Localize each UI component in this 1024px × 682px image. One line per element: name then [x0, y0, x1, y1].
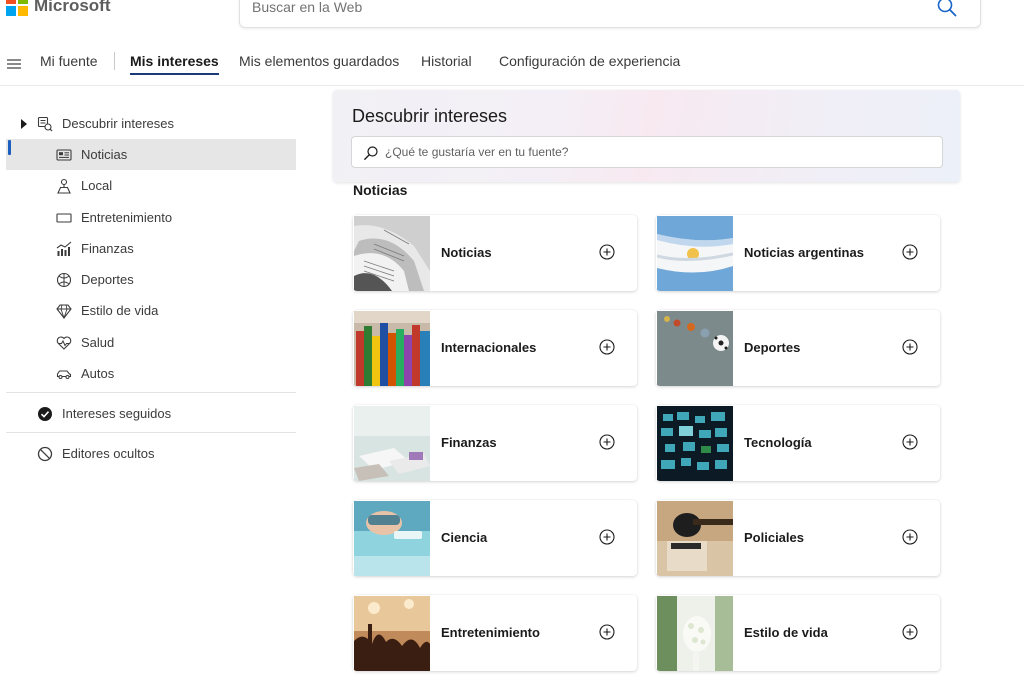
- block-icon: [37, 446, 53, 461]
- card-title: Noticias argentinas: [744, 245, 864, 260]
- main-nav: Mi fuente Mis intereses Mis elementos gu…: [0, 44, 1024, 86]
- card-title: Policiales: [744, 530, 804, 545]
- card-title: Noticias: [441, 245, 492, 260]
- web-search-placeholder[interactable]: Buscar en la Web: [252, 0, 362, 15]
- card-thumbnail: [657, 406, 733, 481]
- card-thumbnail: [354, 501, 430, 576]
- web-search-box[interactable]: Buscar en la Web: [239, 0, 981, 28]
- location-icon: [57, 178, 71, 194]
- nav-historial[interactable]: Historial: [421, 53, 472, 69]
- card-thumbnail: [354, 216, 430, 291]
- nav-mi-fuente[interactable]: Mi fuente: [40, 53, 98, 69]
- card-title: Ciencia: [441, 530, 488, 545]
- sidebar-item-estilo-de-vida[interactable]: Estilo de vida: [6, 295, 296, 326]
- sidebar-item-local[interactable]: Local: [6, 170, 296, 201]
- add-interest-icon[interactable]: [599, 624, 615, 640]
- interest-card-internacionales[interactable]: Internacionales: [353, 310, 637, 386]
- add-interest-icon[interactable]: [902, 244, 918, 260]
- interest-card-estilo-de-vida[interactable]: Estilo de vida: [656, 595, 940, 671]
- ticket-icon: [56, 212, 72, 223]
- card-title: Tecnología: [744, 435, 812, 450]
- interest-card-noticias-argentinas[interactable]: Noticias argentinas: [656, 215, 940, 291]
- discover-panel: Descubrir intereses ¿Qué te gustaría ver…: [333, 90, 960, 182]
- interest-card-policiales[interactable]: Policiales: [656, 500, 940, 576]
- interest-card-finanzas[interactable]: Finanzas: [353, 405, 637, 481]
- add-interest-icon[interactable]: [902, 339, 918, 355]
- interest-card-deportes[interactable]: Deportes: [656, 310, 940, 386]
- section-title: Noticias: [353, 182, 408, 198]
- sidebar-item-label: Deportes: [81, 272, 134, 287]
- heart-pulse-icon: [56, 335, 72, 350]
- card-thumbnail: [354, 311, 430, 386]
- sidebar-item-label: Estilo de vida: [81, 303, 159, 318]
- add-interest-icon[interactable]: [902, 529, 918, 545]
- sidebar-item-label: Descubrir intereses: [62, 116, 174, 131]
- card-thumbnail: [657, 311, 733, 386]
- interest-card-tecnologia[interactable]: Tecnología: [656, 405, 940, 481]
- nav-separator: [114, 52, 115, 70]
- sidebar-divider: [6, 392, 296, 393]
- sidebar-item-label: Salud: [81, 335, 115, 350]
- card-title: Estilo de vida: [744, 625, 828, 640]
- sidebar-item-descubrir-intereses[interactable]: Descubrir intereses: [6, 108, 296, 139]
- ball-icon: [56, 272, 72, 287]
- add-interest-icon[interactable]: [599, 529, 615, 545]
- diamond-icon: [56, 303, 72, 319]
- sidebar-item-label: Noticias: [81, 147, 128, 162]
- sidebar-item-editores-ocultos[interactable]: Editores ocultos: [6, 438, 296, 469]
- sidebar-item-autos[interactable]: Autos: [6, 358, 296, 389]
- card-thumbnail: [657, 596, 733, 671]
- sidebar-item-intereses-seguidos[interactable]: Intereses seguidos: [6, 398, 296, 429]
- car-icon: [56, 369, 72, 379]
- card-title: Finanzas: [441, 435, 497, 450]
- microsoft-logo-icon[interactable]: [6, 0, 28, 16]
- finance-chart-icon: [56, 241, 72, 256]
- card-title: Deportes: [744, 340, 801, 355]
- sidebar-item-label: Autos: [81, 366, 115, 381]
- card-thumbnail: [657, 501, 733, 576]
- search-icon: [364, 146, 378, 160]
- sidebar-item-label: Entretenimiento: [81, 210, 173, 225]
- card-title: Entretenimiento: [441, 625, 540, 640]
- add-interest-icon[interactable]: [599, 339, 615, 355]
- newspaper-icon: [56, 148, 72, 161]
- sidebar-item-label: Local: [81, 178, 113, 193]
- top-bar: Microsoft Buscar en la Web: [0, 0, 1024, 40]
- add-interest-icon[interactable]: [902, 434, 918, 450]
- card-thumbnail: [657, 216, 733, 291]
- sidebar-divider: [6, 432, 296, 433]
- interest-search-placeholder[interactable]: ¿Qué te gustaría ver en tu fuente?: [385, 145, 568, 159]
- sidebar-item-label: Editores ocultos: [62, 446, 155, 461]
- card-thumbnail: [354, 596, 430, 671]
- interest-card-noticias[interactable]: Noticias: [353, 215, 637, 291]
- active-indicator: [8, 140, 11, 155]
- add-interest-icon[interactable]: [599, 244, 615, 260]
- check-circle-icon: [38, 406, 52, 421]
- search-icon[interactable]: [936, 0, 958, 18]
- nav-mis-intereses[interactable]: Mis intereses: [130, 53, 219, 75]
- sidebar-item-label: Finanzas: [81, 241, 134, 256]
- sidebar-item-noticias[interactable]: Noticias: [6, 139, 296, 170]
- sidebar-item-entretenimiento[interactable]: Entretenimiento: [6, 202, 296, 233]
- sidebar-item-salud[interactable]: Salud: [6, 327, 296, 358]
- sidebar-item-finanzas[interactable]: Finanzas: [6, 233, 296, 264]
- nav-configuracion-experiencia[interactable]: Configuración de experiencia: [499, 53, 680, 69]
- add-interest-icon[interactable]: [902, 624, 918, 640]
- card-thumbnail: [354, 406, 430, 481]
- add-interest-icon[interactable]: [599, 434, 615, 450]
- discover-icon: [37, 116, 53, 131]
- nav-mis-elementos-guardados[interactable]: Mis elementos guardados: [239, 53, 399, 69]
- card-title: Internacionales: [441, 340, 537, 355]
- brand-name[interactable]: Microsoft: [34, 0, 111, 16]
- hamburger-icon[interactable]: [6, 56, 22, 72]
- interest-card-entretenimiento[interactable]: Entretenimiento: [353, 595, 637, 671]
- interest-card-ciencia[interactable]: Ciencia: [353, 500, 637, 576]
- discover-title: Descubrir intereses: [352, 106, 508, 126]
- interest-search-input[interactable]: ¿Qué te gustaría ver en tu fuente?: [351, 136, 943, 168]
- sidebar-item-deportes[interactable]: Deportes: [6, 264, 296, 295]
- sidebar-item-label: Intereses seguidos: [62, 406, 172, 421]
- caret-right-icon[interactable]: [20, 118, 28, 129]
